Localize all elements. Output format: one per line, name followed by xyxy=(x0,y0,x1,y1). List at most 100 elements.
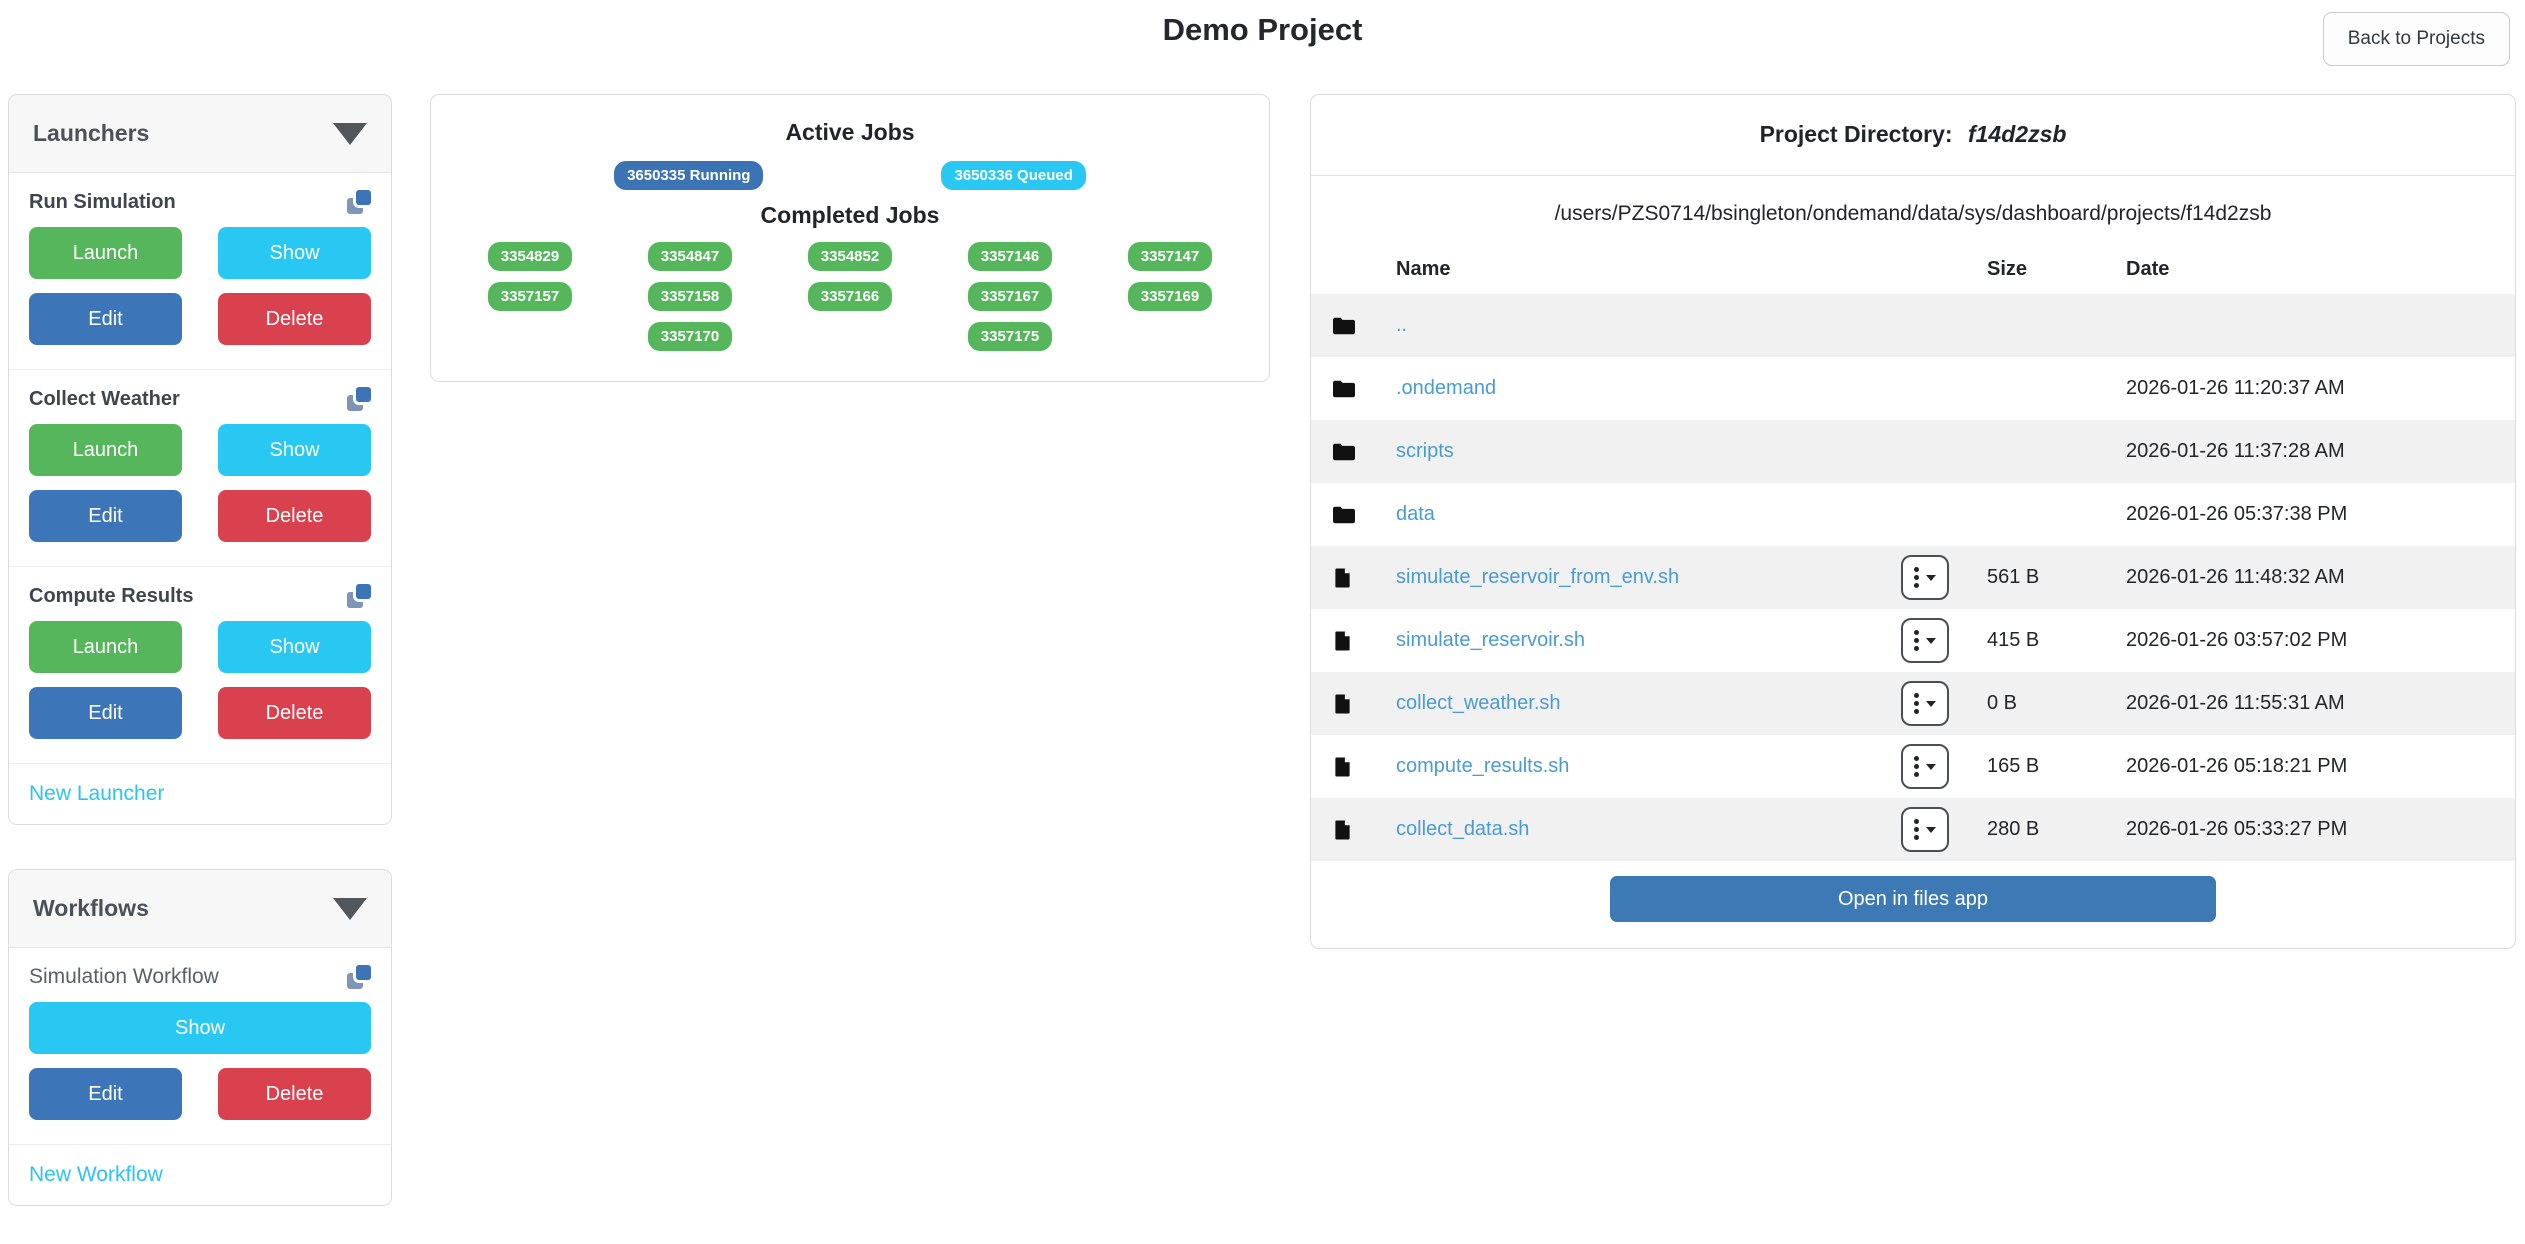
dropdown-caret-icon xyxy=(1926,638,1936,644)
workflow-item-simulation-workflow: Simulation Workflow Show Edit Delete xyxy=(9,948,391,1145)
launch-button[interactable]: Launch xyxy=(29,621,182,673)
table-row: scripts 2026-01-26 11:37:28 AM xyxy=(1311,420,2515,483)
job-badge-completed: 3357167 xyxy=(968,282,1052,311)
project-directory-card: Project Directory: f14d2zsb /users/PZS07… xyxy=(1310,94,2516,949)
file-actions-dropdown-button[interactable] xyxy=(1901,555,1949,600)
file-table: Name Size Date .. xyxy=(1311,244,2515,861)
column-header-name: Name xyxy=(1396,258,1901,281)
middle-column: Active Jobs 3650335 Running 3650336 Queu… xyxy=(430,94,1270,382)
dropdown-caret-icon xyxy=(1926,701,1936,707)
top-bar: Demo Project Back to Projects xyxy=(0,0,2525,72)
job-badge-completed: 3357147 xyxy=(1128,242,1212,271)
right-column: Project Directory: f14d2zsb /users/PZS07… xyxy=(1310,94,2516,949)
edit-button[interactable]: Edit xyxy=(29,1068,182,1120)
edit-button[interactable]: Edit xyxy=(29,490,182,542)
open-in-files-app-button[interactable]: Open in files app xyxy=(1610,876,2216,922)
jobs-card: Active Jobs 3650335 Running 3650336 Queu… xyxy=(430,94,1270,382)
copy-icon[interactable] xyxy=(347,387,371,411)
show-button[interactable]: Show xyxy=(218,424,371,476)
file-link[interactable]: simulate_reservoir.sh xyxy=(1396,629,1901,652)
folder-icon xyxy=(1323,441,1396,463)
table-row: collect_weather.sh 0 B 2026-01-26 11:55:… xyxy=(1311,672,2515,735)
left-column: Launchers Run Simulation Launch Show Edi… xyxy=(8,94,392,1206)
launch-button[interactable]: Launch xyxy=(29,227,182,279)
file-actions-dropdown-button[interactable] xyxy=(1901,744,1949,789)
file-link[interactable]: .. xyxy=(1396,314,1901,337)
collapse-caret-icon xyxy=(333,898,367,920)
file-link[interactable]: collect_data.sh xyxy=(1396,818,1901,841)
file-link[interactable]: simulate_reservoir_from_env.sh xyxy=(1396,566,1901,589)
file-link[interactable]: compute_results.sh xyxy=(1396,755,1901,778)
launchers-card-header[interactable]: Launchers xyxy=(9,95,391,173)
project-directory-label: Project Directory: xyxy=(1760,121,1953,147)
folder-icon xyxy=(1323,504,1396,526)
dropdown-caret-icon xyxy=(1926,575,1936,581)
workflows-card: Workflows Simulation Workflow Show Edit … xyxy=(8,869,392,1206)
file-actions-dropdown-button[interactable] xyxy=(1901,618,1949,663)
file-actions-dropdown-button[interactable] xyxy=(1901,681,1949,726)
show-button[interactable]: Show xyxy=(29,1002,371,1054)
file-icon xyxy=(1323,630,1396,652)
file-link[interactable]: .ondemand xyxy=(1396,377,1901,400)
project-id: f14d2zsb xyxy=(1968,121,2066,147)
launcher-item-title: Compute Results xyxy=(29,585,193,608)
file-icon xyxy=(1323,693,1396,715)
new-workflow-link[interactable]: New Workflow xyxy=(29,1163,163,1186)
edit-button[interactable]: Edit xyxy=(29,687,182,739)
job-badge-completed: 3354847 xyxy=(648,242,732,271)
file-date: 2026-01-26 03:57:02 PM xyxy=(2126,629,2515,652)
file-date: 2026-01-26 11:37:28 AM xyxy=(2126,440,2515,463)
show-button[interactable]: Show xyxy=(218,227,371,279)
launchers-title: Launchers xyxy=(33,120,149,147)
completed-jobs-grid: 3354829 3354847 3354852 3357146 3357147 … xyxy=(451,242,1249,351)
file-date: 2026-01-26 05:33:27 PM xyxy=(2126,818,2515,841)
show-button[interactable]: Show xyxy=(218,621,371,673)
job-badge-running: 3650335 Running xyxy=(614,161,763,190)
delete-button[interactable]: Delete xyxy=(218,1068,371,1120)
copy-icon[interactable] xyxy=(347,190,371,214)
job-badge-completed: 3357169 xyxy=(1128,282,1212,311)
file-link[interactable]: data xyxy=(1396,503,1901,526)
file-actions-dropdown-button[interactable] xyxy=(1901,807,1949,852)
workflows-title: Workflows xyxy=(33,895,149,922)
launcher-item-run-simulation: Run Simulation Launch Show Edit Delete xyxy=(9,173,391,370)
file-size: 280 B xyxy=(1987,818,2126,841)
back-to-projects-button[interactable]: Back to Projects xyxy=(2323,12,2510,66)
file-link[interactable]: scripts xyxy=(1396,440,1901,463)
table-row: collect_data.sh 280 B 2026-01-26 05:33:2… xyxy=(1311,798,2515,861)
kebab-menu-icon xyxy=(1914,693,1919,714)
table-row: .. xyxy=(1311,294,2515,357)
kebab-menu-icon xyxy=(1914,756,1919,777)
launcher-item-title: Collect Weather xyxy=(29,388,180,411)
file-date: 2026-01-26 11:48:32 AM xyxy=(2126,566,2515,589)
job-badge-completed: 3357175 xyxy=(968,322,1052,351)
column-header-date: Date xyxy=(2126,258,2515,281)
file-table-header: Name Size Date xyxy=(1311,244,2515,294)
file-date: 2026-01-26 05:18:21 PM xyxy=(2126,755,2515,778)
column-header-size: Size xyxy=(1987,258,2126,281)
workflow-item-title: Simulation Workflow xyxy=(29,965,219,989)
job-badge-completed: 3357157 xyxy=(488,282,572,311)
table-row: simulate_reservoir_from_env.sh 561 B 202… xyxy=(1311,546,2515,609)
main-content: Launchers Run Simulation Launch Show Edi… xyxy=(8,94,2516,1206)
file-date: 2026-01-26 11:20:37 AM xyxy=(2126,377,2515,400)
folder-icon xyxy=(1323,315,1396,337)
kebab-menu-icon xyxy=(1914,819,1919,840)
delete-button[interactable]: Delete xyxy=(218,293,371,345)
file-link[interactable]: collect_weather.sh xyxy=(1396,692,1901,715)
folder-icon xyxy=(1323,378,1396,400)
file-date: 2026-01-26 05:37:38 PM xyxy=(2126,503,2515,526)
copy-icon[interactable] xyxy=(347,965,371,989)
file-size: 165 B xyxy=(1987,755,2126,778)
copy-icon[interactable] xyxy=(347,584,371,608)
launch-button[interactable]: Launch xyxy=(29,424,182,476)
workflows-card-header[interactable]: Workflows xyxy=(9,870,391,948)
delete-button[interactable]: Delete xyxy=(218,687,371,739)
launcher-item-collect-weather: Collect Weather Launch Show Edit Delete xyxy=(9,370,391,567)
edit-button[interactable]: Edit xyxy=(29,293,182,345)
job-badge-completed: 3354852 xyxy=(808,242,892,271)
delete-button[interactable]: Delete xyxy=(218,490,371,542)
new-launcher-link[interactable]: New Launcher xyxy=(29,782,164,805)
page-title: Demo Project xyxy=(0,0,2525,48)
completed-jobs-heading: Completed Jobs xyxy=(451,202,1249,229)
